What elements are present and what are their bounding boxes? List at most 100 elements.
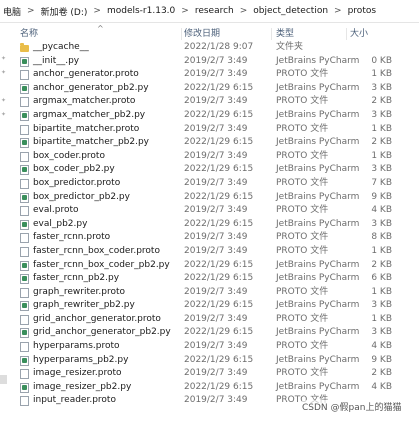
file-size: 3 KB	[371, 164, 392, 175]
file-date: 2022/1/29 6:15	[184, 109, 254, 120]
breadcrumb-item[interactable]: 电脑	[0, 5, 24, 18]
file-row[interactable]: bipartite_matcher.proto 2019/2/7 3:49 PROT…	[0, 123, 419, 137]
file-row[interactable]: bipartite_matcher_pb2.py 2022/1/29 6:15 Je…	[0, 136, 419, 150]
file-name: hyperparams.proto	[33, 341, 120, 352]
file-date: 2019/2/7 3:49	[184, 96, 248, 107]
folder-icon	[20, 43, 29, 52]
file-row[interactable]: anchor_generator_pb2.py 2022/1/29 6:15 Jet…	[0, 82, 419, 96]
breadcrumb-separator-icon[interactable]: >	[90, 6, 104, 16]
file-row[interactable]: __pycache__ 2022/1/28 9:07 文件夹	[0, 41, 419, 55]
python-file-icon	[20, 192, 29, 203]
file-type: PROTO 文件	[276, 177, 329, 188]
file-row[interactable]: faster_rcnn.proto 2019/2/7 3:49 PROTO 文件 8 …	[0, 231, 419, 245]
file-size: 7 KB	[371, 177, 392, 188]
file-type: PROTO 文件	[276, 341, 329, 352]
file-row[interactable]: box_coder.proto 2019/2/7 3:49 PROTO 文件 1 KB	[0, 150, 419, 164]
file-date: 2019/2/7 3:49	[184, 150, 248, 161]
column-header-name[interactable]: 名称	[20, 27, 38, 41]
file-size: 1 KB	[371, 286, 392, 297]
file-size: 6 KB	[371, 273, 392, 284]
file-name: eval_pb2.py	[33, 218, 88, 229]
file-row[interactable]: eval_pb2.py 2022/1/29 6:15 JetBrains PyCha…	[0, 218, 419, 232]
file-row[interactable]: __init__.py 2019/2/7 3:49 JetBrains PyChar…	[0, 55, 419, 69]
file-size: 1 KB	[371, 150, 392, 161]
proto-file-icon	[20, 178, 29, 189]
file-row[interactable]: hyperparams.proto 2019/2/7 3:49 PROTO 文件 4 …	[0, 340, 419, 354]
file-row[interactable]: argmax_matcher_pb2.py 2022/1/29 6:15 JetBr…	[0, 109, 419, 123]
proto-file-icon	[20, 287, 29, 298]
python-file-icon	[20, 165, 29, 176]
file-name: __pycache__	[33, 42, 89, 52]
file-name: image_resizer.proto	[33, 368, 122, 379]
file-row[interactable]: graph_rewriter_pb2.py 2022/1/29 6:15 JetBr…	[0, 299, 419, 313]
file-row[interactable]: box_predictor.proto 2019/2/7 3:49 PROTO 文件…	[0, 177, 419, 191]
file-name: faster_rcnn_box_coder_pb2.py	[33, 259, 170, 270]
column-divider[interactable]	[271, 28, 272, 40]
file-size: 9 KB	[371, 191, 392, 202]
file-row[interactable]: grid_anchor_generator.proto 2019/2/7 3:49…	[0, 313, 419, 327]
file-type: PROTO 文件	[276, 96, 329, 107]
proto-file-icon	[20, 97, 29, 108]
file-date: 2022/1/29 6:15	[184, 191, 254, 202]
breadcrumb-item[interactable]: object_detection	[250, 6, 331, 16]
file-name: __init__.py	[33, 55, 80, 66]
file-row[interactable]: graph_rewriter.proto 2019/2/7 3:49 PROTO 文…	[0, 286, 419, 300]
python-file-icon	[20, 83, 29, 94]
file-name: bipartite_matcher_pb2.py	[33, 137, 149, 148]
breadcrumb-separator-icon[interactable]: >	[237, 6, 251, 16]
file-row[interactable]: faster_rcnn_pb2.py 2022/1/29 6:15 JetBrain…	[0, 272, 419, 286]
file-size: 4 KB	[371, 381, 392, 392]
breadcrumb-separator-icon[interactable]: >	[24, 6, 38, 16]
proto-file-icon	[20, 233, 29, 244]
file-type: PROTO 文件	[276, 150, 329, 161]
file-row[interactable]: hyperparams_pb2.py 2022/1/29 6:15 JetBrain…	[0, 354, 419, 368]
file-name: box_coder_pb2.py	[33, 164, 115, 175]
file-row[interactable]: image_resizer.proto 2019/2/7 3:49 PROTO 文件…	[0, 367, 419, 381]
file-size: 2 KB	[371, 368, 392, 379]
file-row[interactable]: box_coder_pb2.py 2022/1/29 6:15 JetBrains …	[0, 163, 419, 177]
breadcrumb-item[interactable]: 新加卷 (D:)	[38, 5, 91, 18]
python-file-icon	[20, 355, 29, 366]
file-size: 3 KB	[371, 109, 392, 120]
file-size: 0 KB	[371, 55, 392, 66]
python-file-icon	[20, 382, 29, 393]
file-row[interactable]: box_predictor_pb2.py 2022/1/29 6:15 JetBra…	[0, 191, 419, 205]
proto-file-icon	[20, 70, 29, 81]
file-size: 2 KB	[371, 96, 392, 107]
column-header-size[interactable]: 大小	[350, 27, 368, 41]
proto-file-icon	[20, 369, 29, 380]
file-row[interactable]: image_resizer_pb2.py 2022/1/29 6:15 JetBra…	[0, 381, 419, 395]
python-file-icon	[20, 219, 29, 230]
file-date: 2022/1/28 9:07	[184, 42, 254, 52]
breadcrumb: 电脑 > 新加卷 (D:) > models-r1.13.0 > research > obje…	[0, 0, 419, 23]
file-date: 2019/2/7 3:49	[184, 205, 248, 216]
file-date: 2022/1/29 6:15	[184, 381, 254, 392]
breadcrumb-item[interactable]: research	[192, 6, 237, 16]
file-date: 2022/1/29 6:15	[184, 327, 254, 338]
file-date: 2022/1/29 6:15	[184, 273, 254, 284]
file-row[interactable]: anchor_generator.proto 2019/2/7 3:49 PROTO…	[0, 68, 419, 82]
proto-file-icon	[20, 314, 29, 325]
proto-file-icon	[20, 124, 29, 135]
file-row[interactable]: faster_rcnn_box_coder.proto 2019/2/7 3:49…	[0, 245, 419, 259]
proto-file-icon	[20, 342, 29, 353]
file-date: 2019/2/7 3:49	[184, 123, 248, 134]
file-row[interactable]: faster_rcnn_box_coder_pb2.py 2022/1/29 6:…	[0, 259, 419, 273]
breadcrumb-item[interactable]: protos	[345, 6, 379, 16]
column-divider[interactable]	[346, 28, 347, 40]
breadcrumb-item[interactable]: models-r1.13.0	[104, 6, 178, 16]
breadcrumb-separator-icon[interactable]: >	[178, 6, 192, 16]
column-header-type[interactable]: 类型	[276, 27, 294, 41]
column-header-date[interactable]: 修改日期	[184, 27, 220, 41]
column-divider[interactable]	[181, 28, 182, 40]
file-size: 2 KB	[371, 259, 392, 270]
breadcrumb-separator-icon[interactable]: >	[331, 6, 345, 16]
file-name: argmax_matcher_pb2.py	[33, 109, 146, 120]
file-date: 2019/2/7 3:49	[184, 368, 248, 379]
file-row[interactable]: eval.proto 2019/2/7 3:49 PROTO 文件 4 KB	[0, 204, 419, 218]
file-name: faster_rcnn_box_coder.proto	[33, 245, 160, 256]
file-row[interactable]: grid_anchor_generator_pb2.py 2022/1/29 6:…	[0, 326, 419, 340]
file-size: 4 KB	[371, 341, 392, 352]
file-row[interactable]: argmax_matcher.proto 2019/2/7 3:49 PROTO 文…	[0, 95, 419, 109]
file-type: PROTO 文件	[276, 368, 329, 379]
